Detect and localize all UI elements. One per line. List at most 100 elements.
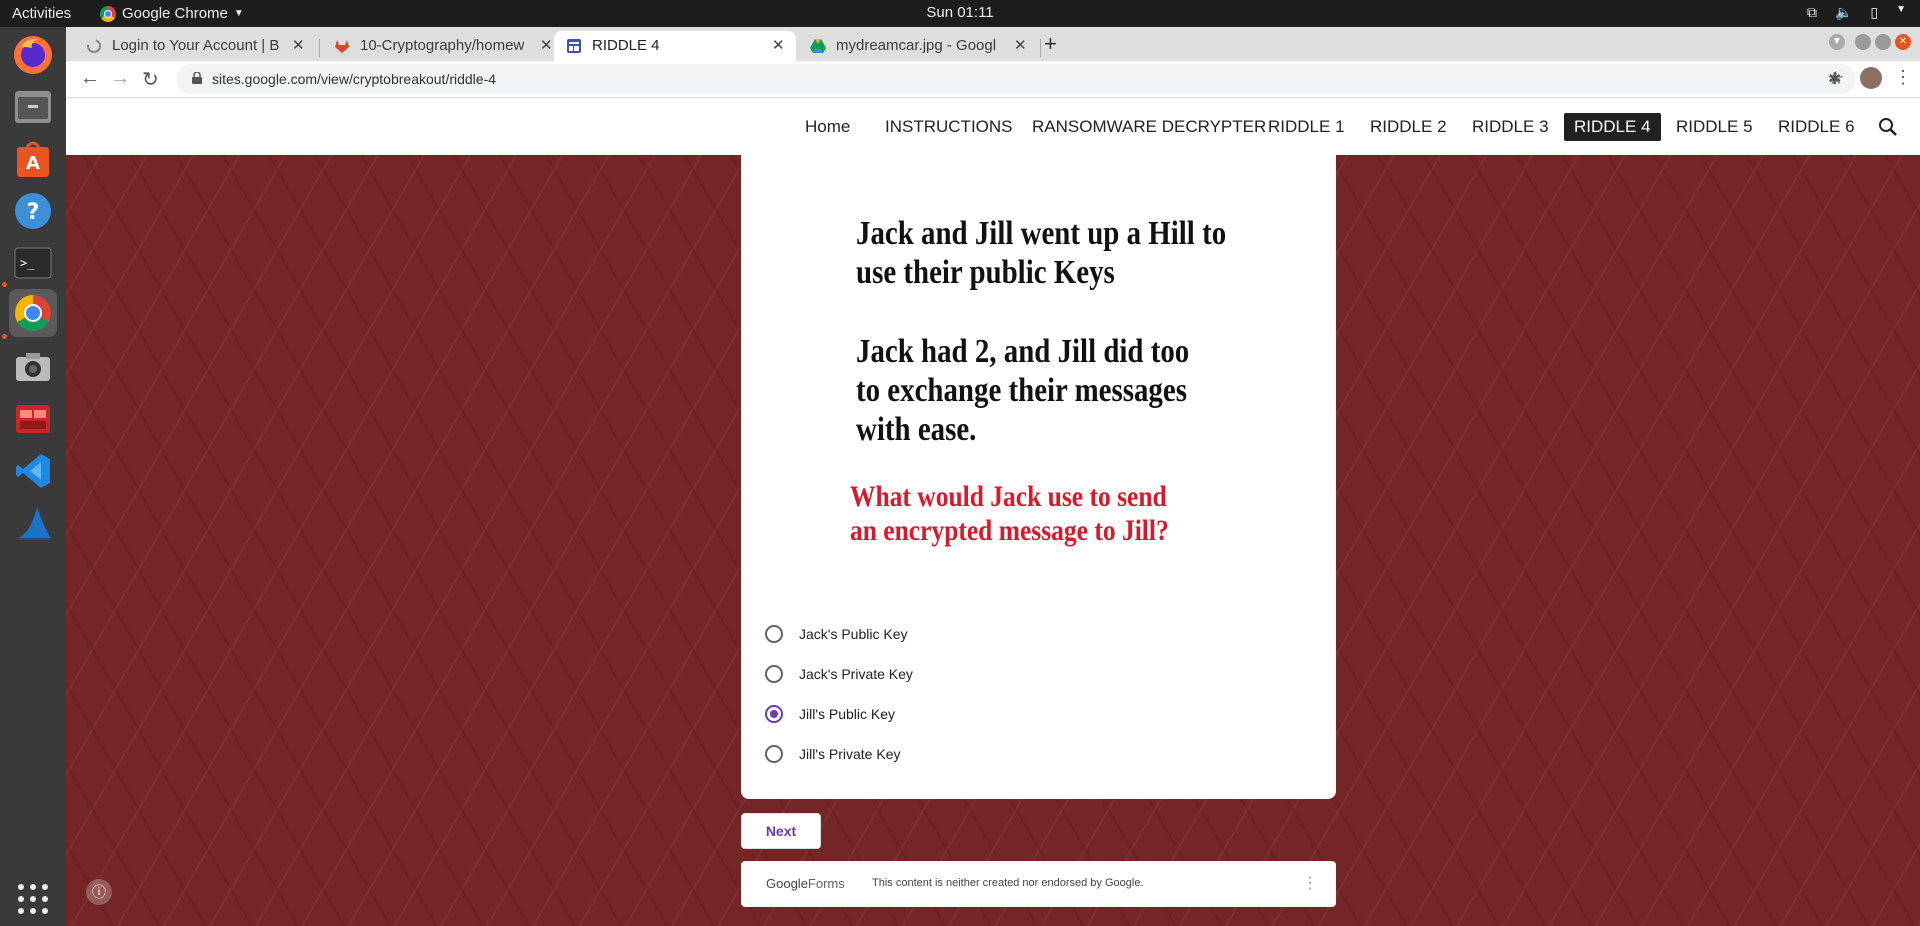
reload-button[interactable]: ↻ — [142, 67, 159, 92]
riddle-line: with ease. — [856, 411, 977, 448]
riddle-image: Jack and Jill went up a Hill to use thei… — [741, 155, 1336, 605]
firefox-launcher[interactable] — [9, 31, 57, 79]
tab-login[interactable]: Login to Your Account | B ✕ — [74, 31, 314, 61]
address-bar[interactable]: sites.google.com/view/cryptobreakout/rid… — [176, 64, 1856, 94]
riddle-question: What would Jack use to send — [850, 480, 1167, 513]
activities-button[interactable]: Activities — [12, 5, 71, 22]
option-jacks-private-key[interactable]: Jack's Private Key — [765, 659, 913, 689]
tab-gitlab[interactable]: 10-Cryptography/homew ✕ — [322, 31, 562, 61]
tab-strip: Login to Your Account | B ✕ 10-Cryptogra… — [66, 27, 1920, 61]
app-menu-label: Google Chrome — [122, 5, 228, 22]
window-close-button[interactable]: ✕ — [1895, 34, 1911, 50]
running-indicator — [2, 282, 7, 287]
search-icon[interactable] — [1878, 117, 1898, 137]
close-icon[interactable]: ✕ — [292, 36, 305, 54]
kebab-menu-icon[interactable]: ⋮ — [1302, 873, 1318, 893]
tab-separator — [319, 39, 320, 57]
system-tray[interactable]: ⧉ 🔈 ▯ ▼ — [1807, 4, 1906, 21]
network-icon: ⧉ — [1806, 4, 1817, 20]
screenshot-icon — [16, 353, 50, 381]
page-viewport: Home INSTRUCTIONS RANSOMWARE DECRYPTER R… — [66, 98, 1920, 926]
software-launcher[interactable]: A — [9, 135, 57, 183]
vscode-icon — [16, 454, 50, 488]
tab-search-icon[interactable]: ▼ — [1829, 34, 1845, 50]
chrome-icon — [14, 295, 51, 332]
terminal-icon: >_ — [14, 247, 52, 279]
option-jills-public-key[interactable]: Jill's Public Key — [765, 699, 895, 729]
info-icon[interactable]: ⓘ — [86, 879, 112, 905]
battery-icon: ▯ — [1870, 4, 1879, 20]
remmina-launcher[interactable] — [9, 395, 57, 443]
show-applications-button[interactable] — [9, 875, 57, 923]
google-forms-logo[interactable]: GoogleForms — [766, 876, 845, 891]
volume-icon: 🔈 — [1834, 4, 1853, 20]
remmina-icon — [16, 405, 50, 433]
software-icon: A — [17, 141, 49, 177]
extensions-icon[interactable]: ✱ — [1828, 69, 1841, 89]
close-icon[interactable]: ✕ — [540, 36, 553, 54]
new-tab-button[interactable]: + — [1044, 31, 1057, 57]
dock: A ? >_ — [0, 27, 66, 926]
forward-button[interactable]: → — [110, 67, 130, 90]
tab-label: 10-Cryptography/homew — [360, 37, 525, 54]
radio-button[interactable] — [765, 625, 783, 643]
clock[interactable]: Sun 01:11 — [0, 4, 1920, 21]
files-icon — [15, 91, 51, 123]
system-top-bar: Activities Google Chrome ▼ Sun 01:11 ⧉ 🔈… — [0, 0, 1920, 27]
tab-label: RIDDLE 4 — [592, 37, 660, 54]
firefox-icon — [14, 36, 52, 74]
next-button[interactable]: Next — [741, 813, 821, 849]
nav-riddle-1[interactable]: RIDDLE 1 — [1268, 117, 1345, 137]
running-indicator — [2, 334, 7, 339]
radio-button[interactable] — [765, 745, 783, 763]
chrome-launcher[interactable] — [9, 289, 57, 337]
site-navigation: Home INSTRUCTIONS RANSOMWARE DECRYPTER R… — [66, 98, 1920, 155]
option-label: Jill's Private Key — [799, 746, 901, 762]
tab-riddle-4[interactable]: RIDDLE 4 ✕ — [554, 31, 796, 61]
nav-riddle-5[interactable]: RIDDLE 5 — [1676, 117, 1753, 137]
help-launcher[interactable]: ? — [9, 187, 57, 235]
nav-ransomware-decrypter[interactable]: RANSOMWARE DECRYPTER — [1032, 117, 1266, 137]
browser-toolbar: ← → ↻ sites.google.com/view/cryptobreako… — [66, 61, 1920, 98]
option-jills-private-key[interactable]: Jill's Private Key — [765, 739, 900, 769]
app-grid-icon — [18, 884, 48, 914]
back-button[interactable]: ← — [80, 67, 100, 90]
wireshark-launcher[interactable] — [9, 499, 57, 547]
files-launcher[interactable] — [9, 83, 57, 131]
chrome-icon — [100, 5, 116, 22]
tab-separator — [1040, 39, 1041, 57]
option-label: Jack's Private Key — [799, 666, 913, 682]
url-text: sites.google.com/view/cryptobreakout/rid… — [212, 71, 497, 87]
riddle-question: an encrypted message to Jill? — [850, 514, 1169, 547]
logo-word: Forms — [807, 876, 845, 891]
terminal-launcher[interactable]: >_ — [9, 239, 57, 287]
close-icon[interactable]: ✕ — [772, 36, 785, 54]
lock-icon — [192, 72, 202, 84]
tab-drive[interactable]: mydreamcar.jpg - Googl ✕ — [798, 31, 1038, 61]
disclaimer-text: This content is neither created nor endo… — [872, 877, 1144, 889]
nav-riddle-3[interactable]: RIDDLE 3 — [1472, 117, 1549, 137]
option-jacks-public-key[interactable]: Jack's Public Key — [765, 619, 908, 649]
nav-riddle-6[interactable]: RIDDLE 6 — [1778, 117, 1855, 137]
minimize-button[interactable] — [1855, 34, 1871, 50]
profile-avatar[interactable] — [1860, 67, 1882, 89]
svg-text:?: ? — [27, 200, 40, 225]
close-icon[interactable]: ✕ — [1014, 36, 1027, 54]
radio-button[interactable] — [765, 665, 783, 683]
radio-button-selected[interactable] — [765, 705, 783, 723]
nav-instructions[interactable]: INSTRUCTIONS — [885, 117, 1013, 137]
maximize-button[interactable] — [1875, 34, 1891, 50]
help-icon: ? — [15, 193, 51, 229]
google-forms-footer: GoogleForms This content is neither crea… — [741, 861, 1336, 907]
riddle-line: Jack and Jill went up a Hill to — [856, 215, 1227, 252]
app-menu[interactable]: Google Chrome ▼ — [100, 5, 244, 22]
loading-icon — [87, 39, 101, 53]
riddle-line: Jack had 2, and Jill did too — [856, 333, 1190, 370]
nav-home[interactable]: Home — [805, 117, 850, 137]
nav-riddle-2[interactable]: RIDDLE 2 — [1370, 117, 1447, 137]
form-card: Jack and Jill went up a Hill to use thei… — [741, 155, 1336, 799]
nav-riddle-4[interactable]: RIDDLE 4 — [1564, 113, 1661, 141]
camera-launcher[interactable] — [9, 343, 57, 391]
vscode-launcher[interactable] — [9, 447, 57, 495]
kebab-menu-icon[interactable]: ⋮ — [1894, 67, 1912, 88]
